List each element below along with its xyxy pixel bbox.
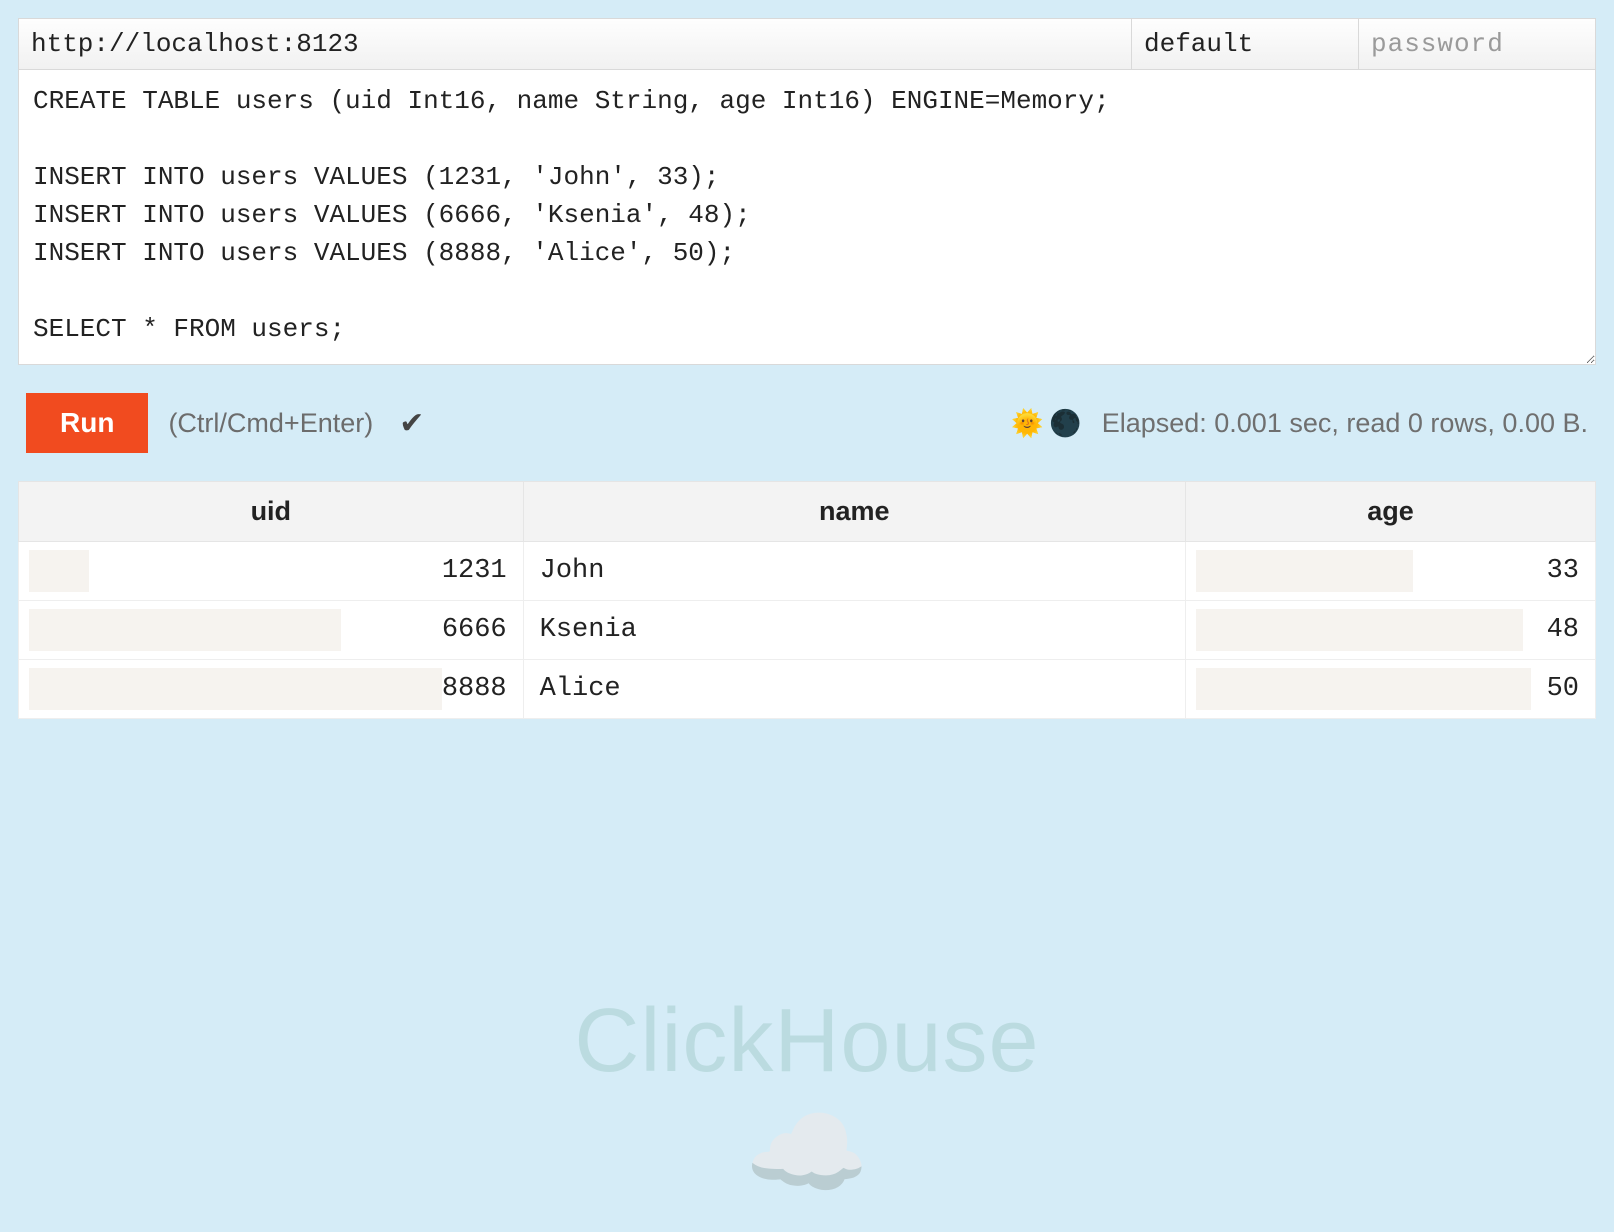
watermark: ClickHouse xyxy=(574,990,1039,1093)
cell-age: 50 xyxy=(1185,660,1595,719)
query-stats: Elapsed: 0.001 sec, read 0 rows, 0.00 B. xyxy=(1102,408,1588,439)
theme-toggle: 🌞 🌑 xyxy=(1011,408,1082,439)
toolbar: Run (Ctrl/Cmd+Enter) ✔ 🌞 🌑 Elapsed: 0.00… xyxy=(18,365,1596,481)
password-input[interactable] xyxy=(1358,19,1595,69)
url-input[interactable] xyxy=(19,19,1131,69)
cell-age: 33 xyxy=(1185,542,1595,601)
query-editor[interactable] xyxy=(18,70,1596,365)
table-row: 8888Alice50 xyxy=(19,660,1596,719)
connection-bar xyxy=(18,18,1596,70)
sun-icon[interactable]: 🌞 xyxy=(1011,408,1043,439)
moon-icon[interactable]: 🌑 xyxy=(1049,408,1081,439)
cell-age: 48 xyxy=(1185,601,1595,660)
table-header-row: uid name age xyxy=(19,482,1596,542)
cell-uid: 6666 xyxy=(19,601,524,660)
run-button[interactable]: Run xyxy=(26,393,148,453)
check-icon: ✔ xyxy=(399,406,424,441)
col-header-age: age xyxy=(1185,482,1595,542)
cell-name: Alice xyxy=(523,660,1185,719)
results-table: uid name age 1231John336666Ksenia488888A… xyxy=(18,481,1596,719)
cell-uid: 1231 xyxy=(19,542,524,601)
col-header-uid: uid xyxy=(19,482,524,542)
table-row: 1231John33 xyxy=(19,542,1596,601)
user-input[interactable] xyxy=(1131,19,1358,69)
shortcut-hint: (Ctrl/Cmd+Enter) xyxy=(168,408,373,439)
cell-name: John xyxy=(523,542,1185,601)
table-row: 6666Ksenia48 xyxy=(19,601,1596,660)
col-header-name: name xyxy=(523,482,1185,542)
cell-name: Ksenia xyxy=(523,601,1185,660)
cell-uid: 8888 xyxy=(19,660,524,719)
cloud-icon: ☁️ xyxy=(745,1095,870,1212)
